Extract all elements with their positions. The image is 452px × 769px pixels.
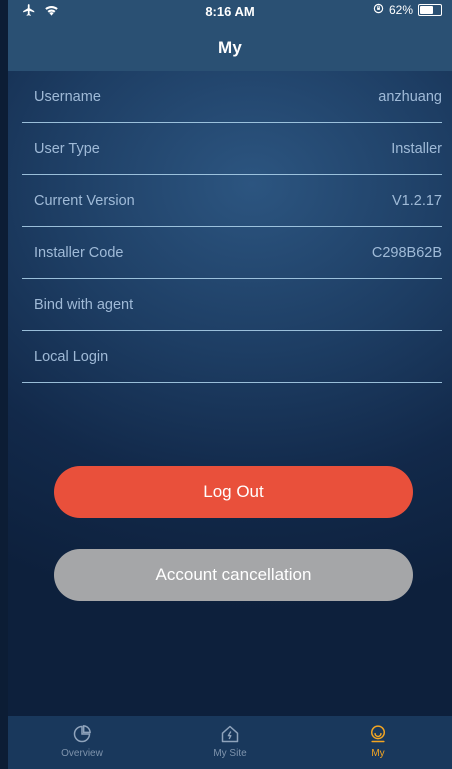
battery-icon [418,4,442,16]
tab-label: Overview [61,748,103,759]
row-bind-with-agent[interactable]: Bind with agent [22,279,442,331]
overview-icon [72,724,92,744]
row-value: anzhuang [378,89,442,105]
profile-list: Username anzhuang User Type Installer Cu… [22,71,442,383]
tab-my[interactable]: My [304,716,452,769]
tab-my-site[interactable]: My Site [156,716,304,769]
row-local-login[interactable]: Local Login [22,331,442,383]
row-label: Local Login [34,349,109,365]
status-bar: 8:16 AM 62% [8,0,452,24]
tab-bar: Overview My Site My [8,716,452,769]
row-user-type: User Type Installer [22,123,442,175]
row-current-version[interactable]: Current Version V1.2.17 [22,175,442,227]
tab-label: My [371,748,385,759]
row-value: V1.2.17 [392,193,442,209]
row-label: Installer Code [34,245,124,261]
account-cancellation-button[interactable]: Account cancellation [54,549,413,601]
rotation-lock-icon [373,3,384,17]
row-installer-code: Installer Code C298B62B [22,227,442,279]
row-label: Bind with agent [34,297,134,313]
app-screen: 8:16 AM 62% My Username anzhuang User Ty… [8,0,452,769]
row-label: Current Version [34,193,135,209]
status-right: 62% [373,3,442,17]
row-value: C298B62B [371,245,442,261]
row-value: Installer [391,141,442,157]
row-label: Username [34,89,101,105]
tab-label: My Site [213,748,247,759]
row-username: Username anzhuang [22,71,442,123]
profile-icon [368,724,388,744]
page-title: My [217,38,243,57]
row-label: User Type [34,141,100,157]
top-bar: 8:16 AM 62% My [8,0,452,71]
home-icon [220,724,240,744]
battery-percent: 62% [388,3,413,17]
tab-overview[interactable]: Overview [8,716,156,769]
log-out-button[interactable]: Log Out [54,466,413,518]
